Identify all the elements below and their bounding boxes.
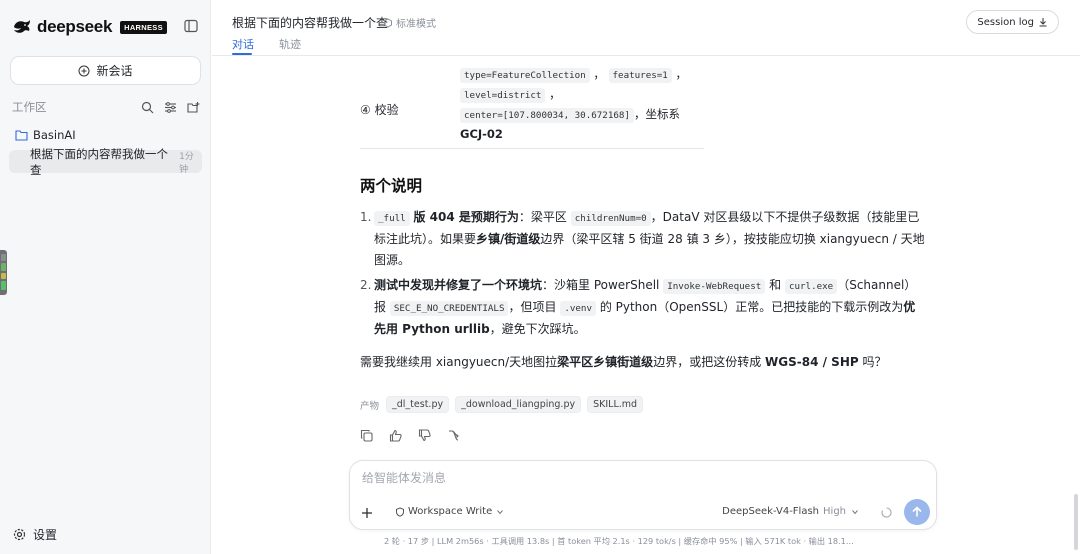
inline-code: .venv — [560, 301, 596, 316]
send-button[interactable] — [904, 499, 930, 525]
arrow-up-icon — [912, 506, 922, 517]
deepseek-whale-logo — [14, 20, 30, 33]
add-attachment-icon[interactable] — [359, 505, 375, 521]
verify-label: ④ 校验 — [360, 103, 399, 117]
workspace-header: 工作区 — [12, 99, 200, 115]
bold-text: 梁平区乡镇街道级 — [557, 355, 654, 369]
chevron-down-icon — [852, 509, 858, 514]
inline-code: _full — [374, 211, 410, 226]
list-item: 1. _full 版 404 是预期行为：梁平区 childrenNum=0 ，D… — [360, 207, 926, 271]
session-item[interactable]: 根据下面的内容帮我做一个查 1分钟 — [9, 147, 202, 177]
thumbs-down-icon[interactable] — [418, 429, 431, 442]
conversation-title: 根据下面的内容帮我做一个查 — [232, 16, 389, 30]
text: ：梁平区 — [518, 210, 567, 224]
model-select[interactable]: DeepSeek-V4-Flash High — [722, 506, 860, 517]
section-heading: 两个说明 — [360, 177, 423, 195]
folder-icon — [15, 130, 28, 141]
search-icon[interactable] — [141, 101, 154, 114]
active-tab-underline — [232, 53, 252, 55]
filter-sliders-icon[interactable] — [164, 101, 177, 114]
folder-name: BasinAI — [33, 128, 76, 142]
inline-code: SEC_E_NO_CREDENTIALS — [389, 301, 509, 316]
settings-label: 设置 — [33, 528, 58, 542]
message-composer: Workspace Write DeepSeek-V4-Flash High — [349, 460, 937, 530]
session-log-label: Session log — [977, 16, 1034, 28]
sidebar-toggle-icon[interactable] — [184, 19, 198, 33]
inline-code: level=district — [460, 88, 546, 103]
settings-button[interactable]: 设置 — [13, 526, 57, 543]
verify-value: type=FeatureCollection ， features=1 ， le… — [460, 67, 687, 141]
inline-code: Invoke-WebRequest — [663, 279, 766, 294]
brand-name: deepseek — [37, 17, 113, 36]
mode-indicator[interactable]: 标准模式 — [383, 15, 436, 30]
edge-color-bar — [0, 250, 7, 295]
artifact-file-chip[interactable]: _dl_test.py — [386, 396, 450, 413]
plus-circle-icon — [78, 65, 90, 76]
model-level: High — [823, 506, 846, 517]
shield-icon — [396, 506, 404, 517]
new-chat-button[interactable]: 新会话 — [10, 56, 201, 85]
scrollbar[interactable] — [1074, 494, 1078, 550]
text: ：沙箱里 PowerShell — [542, 278, 660, 292]
follow-up-question: 需要我继续用 xiangyuecn/天地图拉梁平区乡镇街道级边界，或把这份转成 … — [360, 353, 920, 370]
inline-code: childrenNum=0 — [570, 211, 651, 226]
verify-table-row: ④ 校验 type=FeatureCollection ， features=1… — [360, 63, 704, 149]
inline-code: curl.exe — [784, 279, 838, 294]
thumbs-up-icon[interactable] — [389, 429, 402, 442]
download-icon — [1039, 18, 1047, 27]
permission-select[interactable]: Workspace Write — [395, 506, 505, 517]
bold-text: 版 404 是预期行为 — [413, 210, 519, 224]
text: 需要我继续用 xiangyuecn/天地图拉 — [360, 355, 558, 369]
text: ，避免下次踩坑。 — [489, 322, 586, 336]
message-actions — [360, 429, 460, 442]
session-title: 根据下面的内容帮我做一个查 — [30, 146, 168, 177]
text: 吗？ — [862, 355, 887, 369]
new-folder-icon[interactable] — [187, 101, 200, 114]
text: 的 Python（OpenSSL）正常。已把技能的下载示例改为 — [599, 300, 904, 314]
loading-spinner-icon — [881, 507, 892, 518]
bold-text: 乡镇/街道级 — [476, 232, 541, 246]
inline-code: center=[107.800034, 30.672168] — [460, 108, 634, 123]
text: 和 — [769, 278, 782, 292]
list-item: 2. 测试中发现并修复了一个环境坑：沙箱里 PowerShell Invoke-… — [360, 275, 926, 340]
new-chat-label: 新会话 — [96, 64, 133, 78]
bold-text: WGS-84 / SHP — [765, 355, 859, 369]
crs-value: GCJ-02 — [460, 127, 503, 141]
bold-text: 测试中发现并修复了一个环境坑 — [374, 278, 543, 292]
tab-trace[interactable]: 轨迹 — [279, 36, 301, 52]
top-bar: 根据下面的内容帮我做一个查 标准模式 对话 轨迹 Session log — [212, 0, 1080, 56]
notes-list: 1. _full 版 404 是预期行为：梁平区 childrenNum=0 ，D… — [360, 207, 926, 344]
list-number: 2. — [360, 278, 372, 292]
list-number: 1. — [360, 210, 372, 224]
session-time: 1分钟 — [179, 151, 194, 175]
mode-label: 标准模式 — [396, 19, 436, 30]
artifact-file-chip[interactable]: _download_liangping.py — [455, 396, 582, 413]
permission-label: Workspace Write — [408, 506, 493, 517]
gear-icon — [13, 528, 26, 541]
brand-badge: HARNESS — [120, 20, 167, 34]
inline-code: features=1 — [608, 68, 672, 83]
artifacts-row: 产物 _dl_test.py _download_liangping.py SK… — [360, 396, 644, 413]
model-name: DeepSeek-V4-Flash — [722, 506, 820, 517]
text: 边界，或把这份转成 — [653, 355, 762, 369]
sidebar: deepseek HARNESS 新会话 工作区 BasinAI 根据下面的内容… — [0, 0, 211, 554]
status-bar: 2 轮 · 17 步 | LLM 2m56s · 工具调用 13.8s | 首 … — [384, 536, 854, 546]
tab-conversation[interactable]: 对话 — [232, 36, 254, 52]
chevron-down-icon — [497, 509, 504, 514]
message-input[interactable] — [362, 471, 922, 485]
session-log-button[interactable]: Session log — [966, 10, 1059, 34]
workspace-label: 工作区 — [12, 100, 47, 114]
text: ，但项目 — [508, 300, 557, 314]
branch-icon[interactable] — [447, 429, 460, 442]
text: ，坐标系 — [633, 107, 680, 121]
artifact-file-chip[interactable]: SKILL.md — [587, 396, 644, 413]
mode-icon — [384, 17, 392, 28]
copy-icon[interactable] — [360, 429, 373, 442]
inline-code: type=FeatureCollection — [460, 68, 590, 83]
brand[interactable]: deepseek HARNESS — [12, 17, 167, 37]
folder-basinai[interactable]: BasinAI — [15, 128, 76, 142]
artifacts-label: 产物 — [360, 400, 380, 412]
